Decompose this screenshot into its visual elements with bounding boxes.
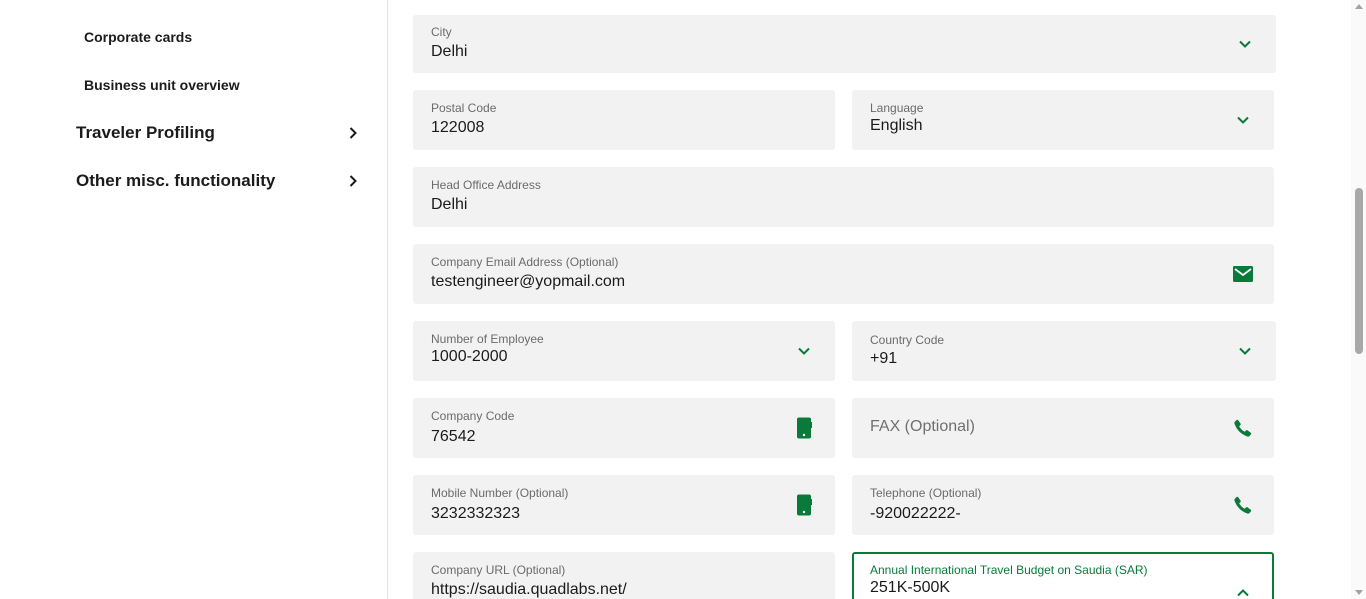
sidebar-item-corporate-cards[interactable]: Corporate cards — [84, 29, 192, 45]
scroll-down-arrow-icon[interactable] — [1355, 590, 1363, 595]
telephone-label: Telephone (Optional) — [870, 486, 982, 500]
head-office-address-field[interactable]: Head Office Address Delhi — [413, 167, 1274, 227]
postal-code-label: Postal Code — [431, 101, 497, 115]
number-of-employee-label: Number of Employee — [431, 332, 544, 346]
telephone-value: -920022222- — [870, 505, 961, 522]
chevron-down-icon[interactable] — [1234, 33, 1256, 55]
mobile-phone-icon — [793, 494, 815, 516]
sidebar-item-label: Traveler Profiling — [76, 123, 215, 142]
scrollbar-thumb[interactable] — [1355, 188, 1363, 354]
company-code-label: Company Code — [431, 409, 515, 423]
company-code-field[interactable]: Company Code 76542 — [413, 398, 835, 458]
mobile-number-value: 3232332323 — [431, 505, 520, 522]
company-details-form: City Delhi Postal Code 122008 Language E… — [389, 0, 1351, 599]
country-code-select[interactable]: Country Code +91 — [852, 321, 1276, 381]
mobile-number-label: Mobile Number (Optional) — [431, 486, 569, 500]
language-select[interactable]: Language English — [852, 90, 1274, 150]
company-email-value: testengineer@yopmail.com — [431, 273, 626, 290]
mobile-number-field[interactable]: Mobile Number (Optional) 3232332323 — [413, 475, 835, 535]
company-url-label: Company URL (Optional) — [431, 563, 566, 577]
sidebar-item-traveler-profiling[interactable]: Traveler Profiling — [76, 121, 360, 145]
company-email-field[interactable]: Company Email Address (Optional) testeng… — [413, 244, 1274, 304]
mail-icon — [1232, 263, 1254, 285]
sidebar-item-label: Other misc. functionality — [76, 171, 276, 190]
company-email-label: Company Email Address (Optional) — [431, 255, 619, 269]
annual-travel-budget-select[interactable]: Annual International Travel Budget on Sa… — [852, 552, 1274, 599]
chevron-right-icon — [349, 175, 357, 187]
scrollbar[interactable] — [1351, 0, 1366, 599]
postal-code-value: 122008 — [431, 119, 485, 136]
head-office-address-value: Delhi — [431, 196, 468, 213]
telephone-field[interactable]: Telephone (Optional) -920022222- — [852, 475, 1274, 535]
language-label: Language — [870, 101, 924, 115]
fax-placeholder: FAX (Optional) — [870, 418, 975, 435]
chevron-right-icon — [349, 127, 357, 139]
chevron-up-icon[interactable] — [1232, 582, 1254, 599]
annual-travel-budget-value: 251K-500K — [870, 579, 951, 596]
number-of-employee-value: 1000-2000 — [431, 348, 508, 365]
company-code-value: 76542 — [431, 428, 476, 445]
city-select[interactable]: City Delhi — [413, 15, 1276, 73]
city-label: City — [431, 25, 452, 39]
number-of-employee-select[interactable]: Number of Employee 1000-2000 — [413, 321, 835, 381]
head-office-address-label: Head Office Address — [431, 178, 541, 192]
chevron-down-icon[interactable] — [1232, 109, 1254, 131]
phone-icon — [1232, 417, 1254, 439]
country-code-label: Country Code — [870, 333, 945, 347]
phone-icon — [1232, 494, 1254, 516]
chevron-down-icon[interactable] — [793, 340, 815, 362]
sidebar-item-business-unit-overview[interactable]: Business unit overview — [84, 77, 240, 93]
chevron-down-icon[interactable] — [1234, 340, 1256, 362]
sidebar: Corporate cards Business unit overview T… — [0, 0, 388, 599]
city-value: Delhi — [431, 43, 468, 60]
scroll-up-arrow-icon[interactable] — [1355, 4, 1363, 9]
postal-code-field[interactable]: Postal Code 122008 — [413, 90, 835, 150]
sidebar-item-other-misc-functionality[interactable]: Other misc. functionality — [76, 169, 360, 193]
fax-field[interactable]: FAX (Optional) — [852, 398, 1274, 458]
mobile-phone-icon — [793, 417, 815, 439]
annual-travel-budget-label: Annual International Travel Budget on Sa… — [870, 563, 1148, 577]
company-url-field[interactable]: Company URL (Optional) https://saudia.qu… — [413, 552, 835, 599]
country-code-value: +91 — [870, 350, 898, 367]
language-value: English — [870, 117, 923, 134]
company-url-value: https://saudia.quadlabs.net/ — [431, 581, 627, 598]
